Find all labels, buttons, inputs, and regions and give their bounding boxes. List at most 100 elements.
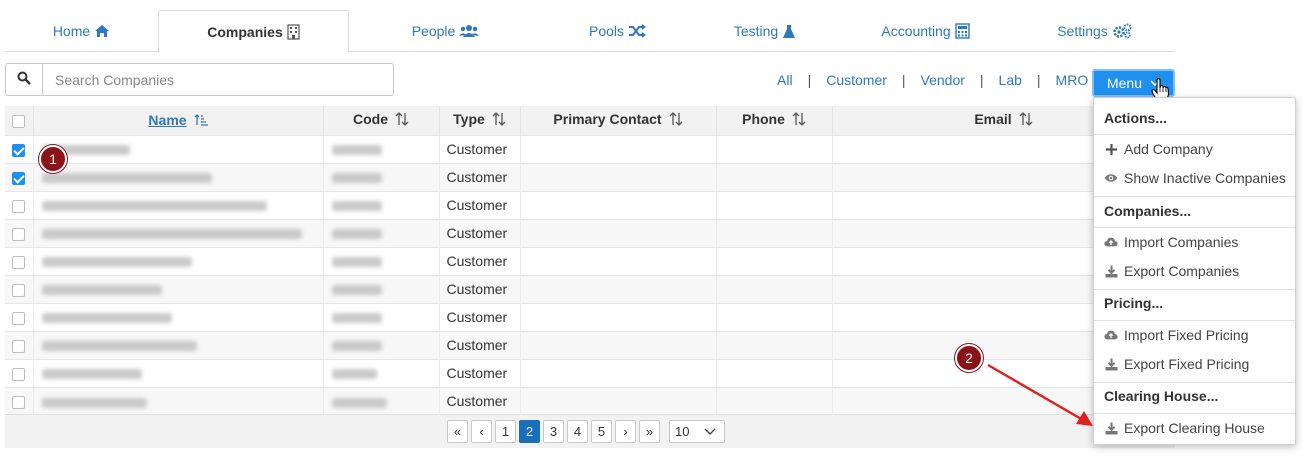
table-row[interactable]: Customer <box>5 246 1176 275</box>
search-input[interactable] <box>43 64 393 95</box>
column-header-phone[interactable]: Phone <box>716 106 833 135</box>
import-companies-item[interactable]: Import Companies <box>1104 234 1238 250</box>
tab-pools[interactable]: Pools <box>542 10 693 52</box>
column-primary-contact-label: Primary Contact <box>553 111 662 128</box>
table-row[interactable]: Customer <box>5 274 1176 303</box>
search-button[interactable] <box>6 64 43 95</box>
dropdown-divider <box>1094 320 1295 321</box>
redacted-text <box>331 201 382 212</box>
filter-customer[interactable]: Customer <box>826 72 887 88</box>
filter-all[interactable]: All <box>777 72 793 88</box>
first-page-button[interactable]: « <box>447 420 468 443</box>
tab-accounting[interactable]: Accounting <box>837 10 1014 52</box>
table-row[interactable]: Customer <box>5 134 1176 163</box>
row-select-cell <box>5 246 34 275</box>
company-name-cell[interactable] <box>33 218 324 247</box>
prev-page-button[interactable]: ‹ <box>471 420 492 443</box>
pagination: « ‹ 1 2 3 4 5 › » <box>447 420 660 443</box>
page-button[interactable]: 1 <box>495 420 516 443</box>
add-company-item[interactable]: Add Company <box>1104 141 1213 157</box>
filter-lab[interactable]: Lab <box>999 72 1022 88</box>
callout-badge-2: 2 <box>955 344 983 372</box>
company-code-cell <box>323 358 440 387</box>
page-button[interactable]: 5 <box>591 420 612 443</box>
company-name-cell[interactable] <box>33 246 324 275</box>
row-checkbox[interactable] <box>12 143 26 157</box>
redacted-text <box>331 145 382 156</box>
table-row[interactable]: Customer <box>5 190 1176 219</box>
primary-contact-cell <box>520 302 717 331</box>
tab-home[interactable]: Home <box>5 10 158 52</box>
page-size-select[interactable]: 10 <box>669 420 725 443</box>
company-type-cell: Customer <box>439 358 521 387</box>
column-header-type[interactable]: Type <box>439 106 521 135</box>
tab-settings[interactable]: Settings <box>1014 10 1175 52</box>
company-name-cell[interactable] <box>33 274 324 303</box>
phone-cell <box>716 302 833 331</box>
row-checkbox[interactable] <box>12 227 26 241</box>
tab-people[interactable]: People <box>349 10 542 52</box>
dropdown-divider <box>1094 382 1295 383</box>
company-name-cell[interactable] <box>33 358 324 387</box>
page-button[interactable]: 4 <box>567 420 588 443</box>
table-row[interactable]: Customer <box>5 302 1176 331</box>
tab-people-label: People <box>411 23 456 39</box>
row-checkbox[interactable] <box>12 396 26 410</box>
company-name-cell[interactable] <box>33 330 324 359</box>
table-row[interactable]: Customer <box>5 218 1176 247</box>
export-companies-item[interactable]: Export Companies <box>1104 263 1239 279</box>
flask-icon <box>782 24 796 39</box>
column-header-code[interactable]: Code <box>323 106 440 135</box>
row-checkbox[interactable] <box>12 367 26 381</box>
phone-cell <box>716 246 833 275</box>
company-type-value: Customer <box>446 141 508 157</box>
company-name-cell[interactable] <box>33 302 324 331</box>
redacted-text <box>331 173 382 184</box>
column-code-label: Code <box>353 111 388 128</box>
dropdown-divider <box>1094 289 1295 290</box>
cogs-icon <box>1112 23 1132 39</box>
tab-testing-label: Testing <box>733 23 779 39</box>
redacted-text <box>41 397 147 408</box>
tab-testing[interactable]: Testing <box>693 10 837 52</box>
page-button[interactable]: 3 <box>543 420 564 443</box>
show-inactive-companies-item[interactable]: Show Inactive Companies <box>1104 170 1286 186</box>
company-name-cell[interactable] <box>33 190 324 219</box>
table-row[interactable]: Customer <box>5 330 1176 359</box>
import-fixed-pricing-item[interactable]: Import Fixed Pricing <box>1104 327 1248 343</box>
filter-vendor[interactable]: Vendor <box>921 72 965 88</box>
tab-companies[interactable]: Companies <box>158 10 349 53</box>
row-checkbox[interactable] <box>12 171 26 185</box>
company-name-cell[interactable] <box>33 386 324 415</box>
row-checkbox[interactable] <box>12 199 26 213</box>
company-name-cell[interactable] <box>33 162 324 191</box>
main-tabs: Home Companies People Pools Testing Acco… <box>5 10 1175 53</box>
company-code-cell <box>323 246 440 275</box>
redacted-text <box>41 313 172 324</box>
company-code-cell <box>323 302 440 331</box>
column-header-primary-contact[interactable]: Primary Contact <box>520 106 717 135</box>
dropdown-heading-pricing: Pricing... <box>1104 295 1164 311</box>
company-type-cell: Customer <box>439 386 521 415</box>
next-page-button[interactable]: › <box>615 420 636 443</box>
tab-home-label: Home <box>52 23 91 39</box>
filter-mro[interactable]: MRO <box>1056 72 1089 88</box>
export-clearing-house-item[interactable]: Export Clearing House <box>1104 420 1265 436</box>
company-name-cell[interactable] <box>33 134 324 163</box>
row-checkbox[interactable] <box>12 255 26 269</box>
export-fixed-pricing-item[interactable]: Export Fixed Pricing <box>1104 356 1249 372</box>
column-header-name[interactable]: Name <box>33 106 324 135</box>
company-code-cell <box>323 134 440 163</box>
filter-separator: | <box>1036 72 1041 88</box>
tab-pools-label: Pools <box>588 23 625 39</box>
company-code-cell <box>323 190 440 219</box>
dropdown-divider <box>1094 413 1295 414</box>
row-checkbox[interactable] <box>12 339 26 353</box>
row-checkbox[interactable] <box>12 311 26 325</box>
redacted-text <box>331 397 387 408</box>
last-page-button[interactable]: » <box>639 420 660 443</box>
select-all-checkbox[interactable] <box>12 115 26 129</box>
page-button-current[interactable]: 2 <box>519 420 540 443</box>
row-checkbox[interactable] <box>12 283 26 297</box>
table-row[interactable]: Customer <box>5 162 1176 191</box>
